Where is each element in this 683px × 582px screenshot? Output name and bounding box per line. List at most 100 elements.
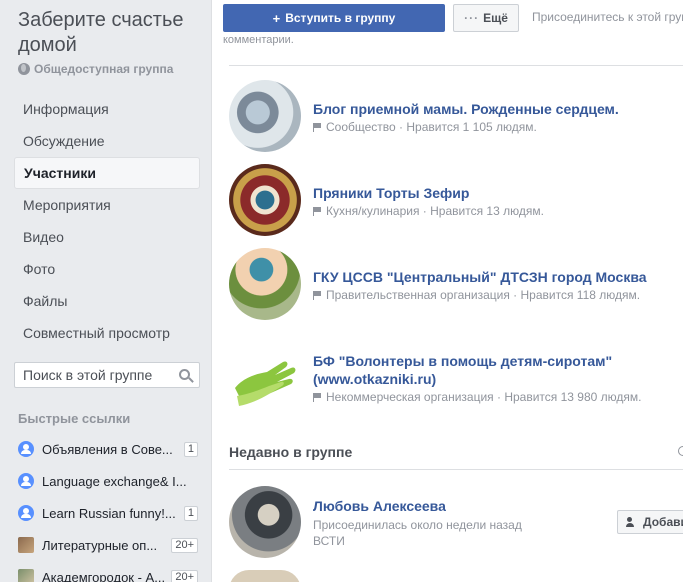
page-meta: Кухня/кулинария · Нравится 13 людям. — [313, 204, 673, 218]
flag-icon — [313, 123, 322, 132]
nav-item-watch-party[interactable]: Совместный просмотр — [14, 317, 200, 349]
page-info: ГКУ ЦССВ "Центральный" ДТСЗН город Москв… — [313, 268, 673, 302]
join-group-label: Вступить в группу — [285, 11, 396, 25]
page-category: Сообщество — [326, 120, 396, 134]
more-dots-icon: ··· — [464, 11, 480, 25]
globe-icon — [18, 63, 30, 75]
group-icon — [18, 441, 34, 457]
page-row: Блог приемной мамы. Рожденные сердцем. С… — [229, 80, 683, 164]
more-button[interactable]: ··· Ещё — [453, 4, 519, 32]
page-likes: Нравится 1 105 людям. — [406, 120, 537, 134]
quick-links-list: Объявления в Сове... 1 Language exchange… — [18, 433, 198, 582]
recent-members-title: Недавно в группе — [229, 444, 353, 460]
member-row: Любовь Алексеева Присоединилась около не… — [229, 486, 683, 558]
group-search-input[interactable] — [15, 363, 165, 387]
join-hint-text-2: комментарии. — [223, 34, 294, 46]
meta-separator: · — [419, 204, 431, 218]
page-likes: Нравится 118 людям. — [520, 288, 641, 302]
quick-link-item[interactable]: Language exchange& I... — [18, 465, 198, 497]
page-avatar[interactable] — [229, 80, 301, 152]
nav-item-files[interactable]: Файлы — [14, 285, 200, 317]
page-name-link[interactable]: ГКУ ЦССВ "Центральный" ДТСЗН город Москв… — [313, 268, 673, 286]
quick-link-item[interactable]: Объявления в Сове... 1 — [18, 433, 198, 465]
nav-item-photos[interactable]: Фото — [14, 253, 200, 285]
page-likes: Нравится 13 людям. — [430, 204, 544, 218]
page-meta: Некоммерческая организация · Нравится 13… — [313, 390, 673, 404]
related-pages-list: Блог приемной мамы. Рожденные сердцем. С… — [229, 80, 683, 448]
page-category: Правительственная организация — [326, 288, 510, 302]
page-info: Пряники Торты Зефир Кухня/кулинария · Нр… — [313, 184, 673, 218]
group-search — [14, 362, 200, 388]
flag-icon — [313, 393, 322, 402]
group-nav: Информация Обсуждение Участники Мероприя… — [14, 93, 200, 349]
quick-link-item[interactable]: Литературные оп... 20+ — [18, 529, 198, 561]
plus-icon: + — [272, 10, 281, 26]
page-category: Кухня/кулинария — [326, 204, 420, 218]
meta-separator: · — [509, 288, 521, 302]
quick-link-badge: 1 — [183, 505, 198, 521]
divider — [229, 65, 683, 66]
main-content: + Вступить в группу ··· Ещё Присоедините… — [211, 0, 683, 582]
page-name-link[interactable]: БФ "Волонтеры в помощь детям-сиротам" (w… — [313, 352, 673, 388]
page-category: Некоммерческая организация — [326, 390, 494, 404]
page-row: БФ "Волонтеры в помощь детям-сиротам" (w… — [229, 348, 683, 448]
page-name-link[interactable]: Пряники Торты Зефир — [313, 184, 673, 202]
quick-link-item[interactable]: Learn Russian funny!... 1 — [18, 497, 198, 529]
hands-logo-icon — [235, 361, 296, 406]
join-hint-text: Присоединитесь к этой групп — [532, 10, 683, 24]
group-photo-icon — [18, 569, 34, 582]
quick-link-label: Литературные оп... — [42, 537, 158, 553]
nav-item-info[interactable]: Информация — [14, 93, 200, 125]
member-info: Любовь Алексеева Присоединилась около не… — [313, 498, 522, 549]
group-privacy: Общедоступная группа — [18, 62, 173, 76]
group-photo-icon — [18, 537, 34, 553]
page-info: Блог приемной мамы. Рожденные сердцем. С… — [313, 100, 673, 134]
page-avatar[interactable] — [229, 164, 301, 236]
group-actions: + Вступить в группу ··· Ещё — [223, 4, 519, 32]
page-likes: Нравится 13 980 людям. — [504, 390, 642, 404]
quick-link-label: Learn Russian funny!... — [42, 505, 176, 521]
nav-item-members[interactable]: Участники — [14, 157, 200, 189]
group-privacy-label: Общедоступная группа — [34, 62, 174, 76]
meta-separator: · — [493, 390, 505, 404]
page-meta: Сообщество · Нравится 1 105 людям. — [313, 120, 673, 134]
flag-icon — [313, 291, 322, 300]
add-friend-button[interactable]: Добавить — [617, 510, 683, 534]
page-meta: Правительственная организация · Нравится… — [313, 288, 673, 302]
quick-links-title: Быстрые ссылки — [18, 411, 131, 426]
add-friend-icon — [626, 516, 638, 528]
quick-link-label: Объявления в Сове... — [42, 441, 173, 457]
flag-icon — [313, 207, 322, 216]
meta-separator: · — [395, 120, 407, 134]
group-icon — [18, 473, 34, 489]
member-joined: Присоединилась около недели назад — [313, 518, 522, 532]
member-name-link[interactable]: Любовь Алексеева — [313, 498, 522, 514]
page-name-link[interactable]: Блог приемной мамы. Рожденные сердцем. — [313, 100, 673, 118]
quick-link-badge: 20+ — [171, 537, 198, 553]
quick-link-label: Language exchange& I... — [42, 473, 187, 489]
member-avatar[interactable] — [229, 486, 301, 558]
page-avatar[interactable] — [229, 348, 301, 420]
page-avatar[interactable] — [229, 248, 301, 320]
info-icon[interactable] — [678, 446, 683, 456]
quick-link-badge: 1 — [183, 441, 198, 457]
page-row: Пряники Торты Зефир Кухня/кулинария · Нр… — [229, 164, 683, 248]
search-icon[interactable] — [179, 369, 190, 380]
add-friend-label: Добавить — [643, 515, 683, 529]
quick-link-badge: 20+ — [171, 569, 198, 582]
group-title[interactable]: Заберите счастье домой — [18, 8, 208, 58]
member-avatar[interactable] — [229, 570, 301, 582]
member-place: ВСТИ — [313, 534, 345, 548]
nav-item-events[interactable]: Мероприятия — [14, 189, 200, 221]
quick-link-label: Академгородок - А... — [42, 569, 166, 582]
page-info: БФ "Волонтеры в помощь детям-сиротам" (w… — [313, 352, 673, 404]
divider — [229, 469, 683, 470]
join-group-button[interactable]: + Вступить в группу — [223, 4, 445, 32]
page-row: ГКУ ЦССВ "Центральный" ДТСЗН город Москв… — [229, 248, 683, 348]
group-icon — [18, 505, 34, 521]
group-sidebar: Заберите счастье домой Общедоступная гру… — [0, 0, 211, 582]
more-label: Ещё — [483, 11, 508, 25]
nav-item-videos[interactable]: Видео — [14, 221, 200, 253]
nav-item-discussion[interactable]: Обсуждение — [14, 125, 200, 157]
quick-link-item[interactable]: Академгородок - А... 20+ — [18, 561, 198, 582]
